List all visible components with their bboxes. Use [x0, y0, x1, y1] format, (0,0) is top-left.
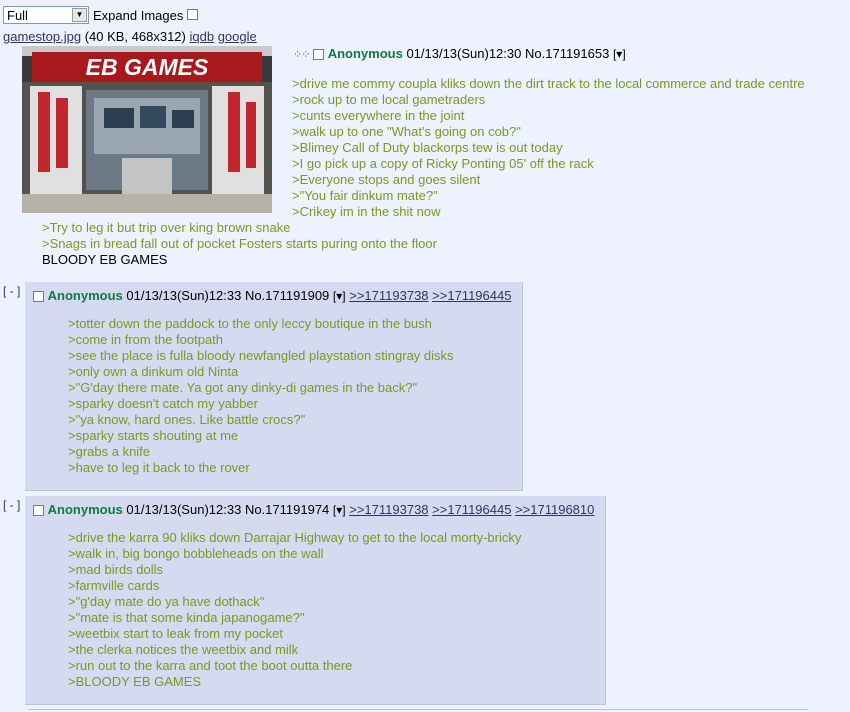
backlink[interactable]: >>171193738	[349, 502, 428, 517]
op-post-number[interactable]: No.171191653	[525, 46, 609, 61]
expand-icon[interactable]: ⁘⁘	[293, 49, 310, 61]
image-mode-select[interactable]: Full ▼	[3, 6, 89, 24]
reply-post-number[interactable]: No.171191909	[245, 288, 329, 303]
greentext-line: >totter down the paddock to the only lec…	[68, 316, 432, 331]
backlink[interactable]: >>171196445	[432, 288, 511, 303]
backlink[interactable]: >>171193738	[349, 288, 428, 303]
greentext-line: >have to leg it back to the rover	[68, 460, 250, 475]
reply-post-menu-button[interactable]: [▾]	[333, 503, 346, 517]
reply-poster-name: Anonymous	[47, 288, 123, 303]
greentext-line: >"g'day mate do ya have dothack"	[68, 594, 265, 609]
op-post-date: 01/13/13(Sun)12:30	[406, 46, 522, 61]
greentext-line: >"ya know, hard ones. Like battle crocs?…	[68, 412, 306, 427]
greentext-line: >Everyone stops and goes silent	[292, 172, 481, 187]
greentext-line: >"G'day there mate. Ya got any dinky-di …	[68, 380, 418, 395]
reply-header: Anonymous 01/13/13(Sun)12:33 No.17119190…	[33, 288, 511, 303]
greentext-line: >run out to the karra and toot the boot …	[68, 658, 353, 673]
greentext-line: >BLOODY EB GAMES	[68, 674, 202, 689]
google-link[interactable]: google	[218, 29, 257, 44]
greentext-line: >the clerka notices the weetbix and milk	[68, 642, 299, 657]
op-post-header: ⁘⁘ Anonymous 01/13/13(Sun)12:30 No.17119…	[293, 46, 626, 61]
op-poster-name: Anonymous	[327, 46, 403, 61]
reply-post-number[interactable]: No.171191974	[245, 502, 329, 517]
greentext-line: >drive me commy coupla kliks down the di…	[292, 76, 805, 91]
op-body-continued: >Try to leg it but trip over king brown …	[42, 220, 437, 268]
greentext-line: >Crikey im in the shit now	[292, 204, 441, 219]
reply-post-date: 01/13/13(Sun)12:33	[126, 288, 242, 303]
op-select-checkbox[interactable]	[313, 49, 325, 60]
greentext-line: >come in from the footpath	[68, 332, 224, 347]
op-body: >drive me commy coupla kliks down the di…	[292, 76, 805, 220]
greentext-line: >grabs a knife	[68, 444, 151, 459]
greentext-line: >rock up to me local gametraders	[292, 92, 486, 107]
greentext-line: >drive the karra 90 kliks down Darrajar …	[68, 530, 522, 545]
expand-images-checkbox[interactable]	[187, 9, 198, 20]
iqdb-link[interactable]: iqdb	[190, 29, 215, 44]
reply-post: Anonymous 01/13/13(Sun)12:33 No.17119190…	[25, 282, 523, 491]
reply-header: Anonymous 01/13/13(Sun)12:33 No.17119197…	[33, 502, 594, 517]
greentext-line: >Blimey Call of Duty blackorps tew is ou…	[292, 140, 563, 155]
sign-text: EB GAMES	[86, 54, 209, 80]
reply-post-date: 01/13/13(Sun)12:33	[126, 502, 242, 517]
greentext-line: >Snags in bread fall out of pocket Foste…	[42, 236, 437, 251]
expand-images-label: Expand Images	[93, 8, 184, 23]
greentext-line: >Try to leg it but trip over king brown …	[42, 220, 291, 235]
op-final-line: BLOODY EB GAMES	[42, 252, 168, 267]
reply-collapse-toggle[interactable]: [ - ]	[3, 284, 20, 298]
greentext-line: >"mate is that some kinda japanogame?"	[68, 610, 305, 625]
op-file-size: (40 KB, 468x312)	[84, 29, 186, 44]
reply-body: >drive the karra 90 kliks down Darrajar …	[68, 530, 521, 690]
backlink[interactable]: >>171196445	[432, 502, 511, 517]
greentext-line: >farmville cards	[68, 578, 160, 593]
storefront-image: EB GAMES	[22, 46, 272, 213]
reply-body: >totter down the paddock to the only lec…	[68, 316, 454, 476]
op-thumbnail[interactable]: EB GAMES	[22, 46, 272, 213]
reply-poster-name: Anonymous	[47, 502, 123, 517]
greentext-line: >sparky doesn't catch my yabber	[68, 396, 258, 411]
reply-collapse-toggle[interactable]: [ - ]	[3, 498, 20, 512]
op-file-info: gamestop.jpg (40 KB, 468x312) iqdb googl…	[3, 29, 257, 44]
reply-post-menu-button[interactable]: [▾]	[333, 289, 346, 303]
image-mode-value: Full	[7, 8, 28, 23]
reply-post: Anonymous 01/13/13(Sun)12:33 No.17119197…	[25, 496, 606, 705]
greentext-line: >mad birds dolls	[68, 562, 164, 577]
op-file-link[interactable]: gamestop.jpg	[3, 29, 81, 44]
divider	[28, 709, 808, 710]
greentext-line: >"You fair dinkum mate?"	[292, 188, 438, 203]
op-post-menu-button[interactable]: [▾]	[613, 47, 626, 61]
greentext-line: >cunts everywhere in the joint	[292, 108, 465, 123]
reply-select-checkbox[interactable]	[33, 505, 44, 516]
greentext-line: >sparky starts shouting at me	[68, 428, 239, 443]
greentext-line: >walk up to one "What's going on cob?"	[292, 124, 521, 139]
backlink[interactable]: >>171196810	[515, 502, 594, 517]
greentext-line: >walk in, big bongo bobbleheads on the w…	[68, 546, 324, 561]
greentext-line: >weetbix start to leak from my pocket	[68, 626, 283, 641]
greentext-line: >I go pick up a copy of Ricky Ponting 05…	[292, 156, 594, 171]
reply-select-checkbox[interactable]	[33, 291, 44, 302]
greentext-line: >only own a dinkum old Ninta	[68, 364, 239, 379]
greentext-line: >see the place is fulla bloody newfangle…	[68, 348, 454, 363]
chevron-down-icon[interactable]: ▼	[72, 8, 87, 22]
